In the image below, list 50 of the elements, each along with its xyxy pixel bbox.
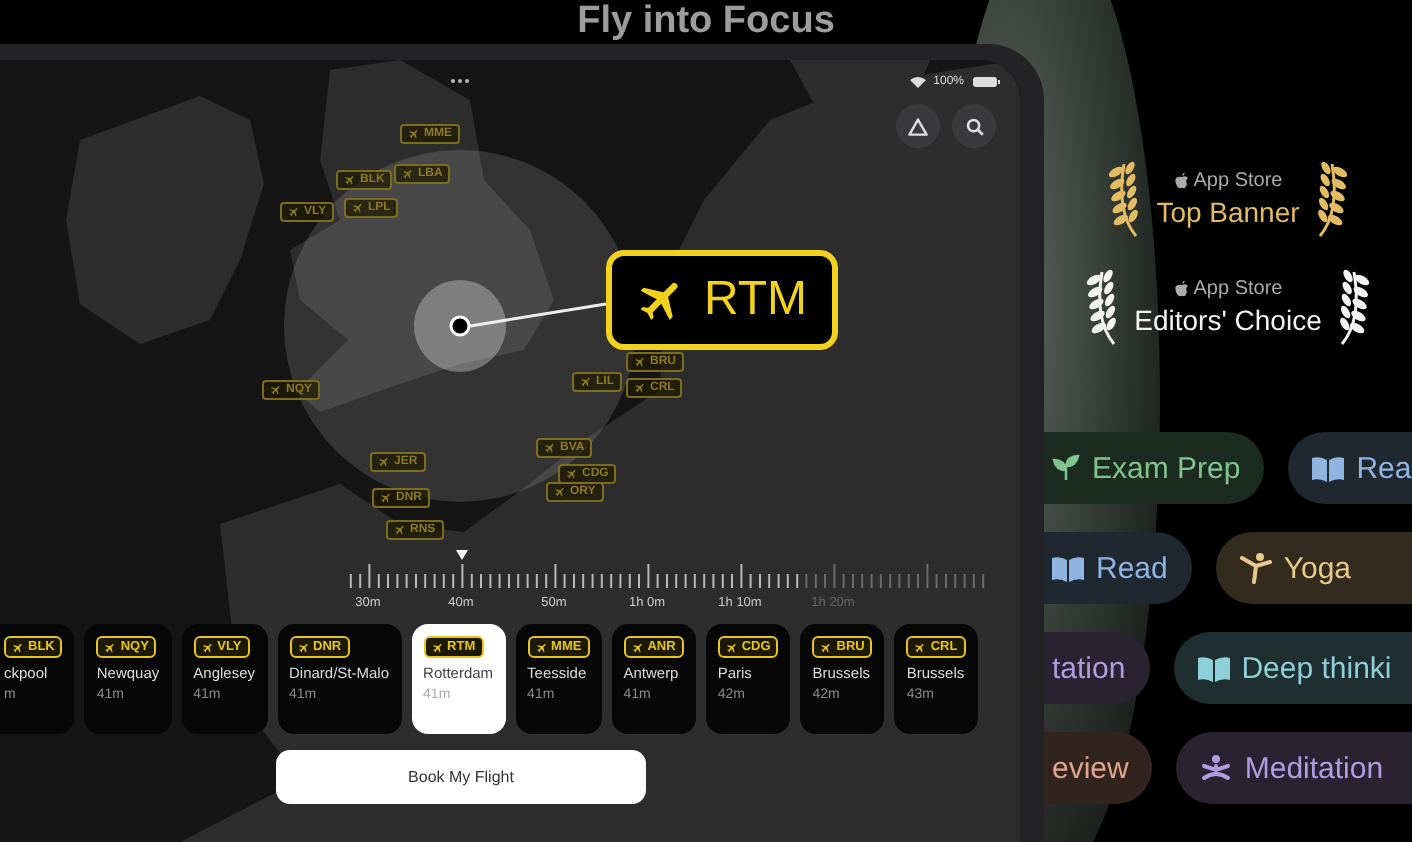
plane-icon — [541, 439, 559, 457]
apple-logo-icon — [1173, 171, 1190, 189]
leader-line — [469, 302, 607, 328]
plane-icon — [532, 638, 550, 656]
plane-icon — [294, 638, 312, 656]
apple-logo-icon — [1173, 279, 1190, 297]
plane-icon — [551, 483, 569, 501]
category-chip[interactable]: tation — [1044, 632, 1150, 704]
plane-icon — [285, 203, 303, 221]
plane-icon — [198, 638, 216, 656]
plane-icon — [377, 489, 395, 507]
plane-icon — [428, 638, 446, 656]
category-chip[interactable]: Meditation — [1176, 732, 1412, 804]
plane-icon — [405, 125, 423, 143]
plane-icon — [818, 638, 835, 656]
origin-dot — [449, 315, 471, 337]
category-chip[interactable]: Exam Prep — [1044, 432, 1265, 504]
category-chip[interactable]: Yoga — [1215, 532, 1412, 604]
pointer-icon — [456, 550, 468, 560]
app-store-label: App Store — [1173, 277, 1283, 299]
ruler-scale[interactable] — [349, 563, 985, 589]
search-icon — [965, 117, 983, 135]
plane-icon — [628, 638, 646, 656]
category-chip[interactable]: Rea — [1288, 432, 1412, 504]
book-flight-button[interactable]: Book My Flight — [276, 750, 646, 804]
plane-icon — [631, 353, 649, 371]
more-dots-icon[interactable] — [450, 78, 470, 84]
wifi-icon — [909, 76, 926, 88]
plane-icon — [563, 465, 581, 483]
category-chip[interactable]: Read — [1044, 532, 1192, 604]
award-title: Editors' Choice — [1134, 303, 1322, 335]
plane-icon — [391, 521, 409, 539]
award-title: Top Banner — [1156, 195, 1300, 227]
plane-icon — [341, 171, 359, 189]
battery-icon — [972, 76, 1000, 88]
plane-icon — [375, 453, 393, 471]
category-chip[interactable]: Deep thinki — [1173, 632, 1412, 704]
plane-icon — [631, 379, 649, 397]
plane-icon — [9, 638, 27, 656]
plane-icon — [723, 638, 741, 656]
plane-icon — [349, 199, 367, 217]
headline: Fly into Focus — [575, 0, 837, 44]
app-store-label: App Store — [1173, 169, 1283, 191]
plane-icon — [577, 373, 595, 391]
plane-icon — [399, 165, 417, 183]
category-chip[interactable]: eview — [1044, 732, 1153, 804]
airport-code: RTM — [704, 272, 808, 328]
warning-icon — [908, 117, 928, 135]
location-halo — [414, 280, 506, 372]
plane-icon — [267, 381, 285, 399]
